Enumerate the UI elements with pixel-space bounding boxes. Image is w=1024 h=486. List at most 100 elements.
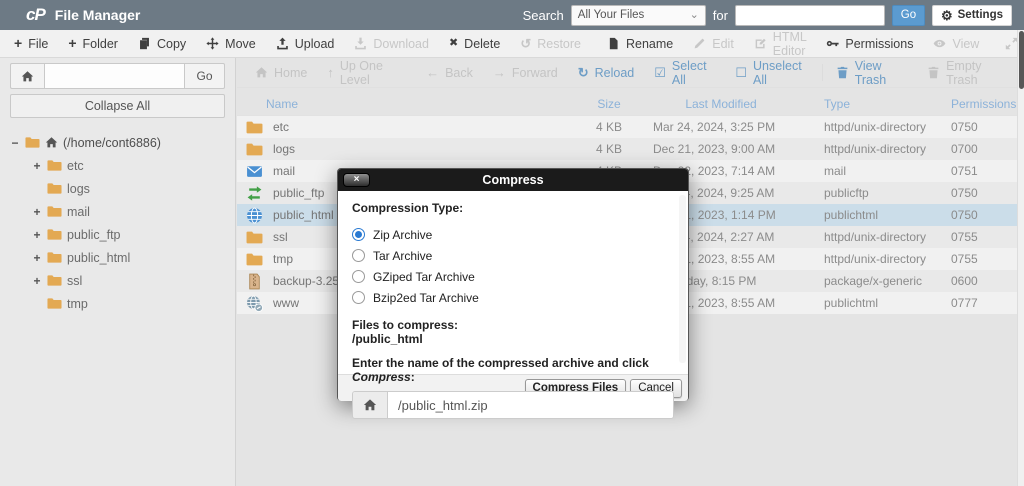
nav-item-label: Forward — [512, 66, 558, 80]
table-row-etc[interactable]: etc4 KBMar 24, 2024, 3:25 PMhttpd/unix-d… — [237, 116, 1024, 138]
tree-path-input[interactable] — [44, 63, 185, 89]
restore-icon: ↺ — [520, 37, 531, 50]
plus-icon: + — [14, 36, 22, 50]
file-type-cell: publichtml — [797, 208, 927, 222]
nav-item-select-all[interactable]: ☑Select All — [644, 59, 725, 87]
house-icon — [255, 66, 268, 79]
tree-item-etc[interactable]: +etc — [10, 154, 225, 177]
toolbar-item-label: Restore — [537, 37, 581, 51]
tree-item-public-html[interactable]: +public_html — [10, 246, 225, 269]
archive-name-group — [352, 391, 674, 419]
search-go-button[interactable]: Go — [892, 5, 925, 26]
nav-item-label: Back — [445, 66, 473, 80]
folder-icon — [25, 135, 40, 150]
tree-go-button[interactable]: Go — [185, 63, 225, 89]
nav-item-unselect-all[interactable]: ☐Unselect All — [725, 59, 818, 87]
directory-tree: −(/home/cont6886)+etclogs+mail+public_ft… — [10, 131, 225, 315]
folder-icon — [246, 119, 263, 136]
expand-toggle-icon[interactable]: + — [32, 228, 42, 242]
tree-item-label: ssl — [67, 274, 82, 288]
settings-button[interactable]: ⚙ Settings — [932, 5, 1012, 26]
table-row-logs[interactable]: logs4 KBDec 21, 2023, 9:00 AMhttpd/unix-… — [237, 138, 1024, 160]
expand-toggle-icon[interactable]: + — [32, 274, 42, 288]
right-icon: → — [493, 66, 506, 79]
radio-option-gziped-tar-archive[interactable]: GZiped Tar Archive — [352, 266, 674, 287]
radio-icon[interactable] — [352, 228, 365, 241]
toolbar-item-move[interactable]: Move — [196, 30, 266, 57]
tree-item-tmp[interactable]: tmp — [10, 292, 225, 315]
compress-dialog: × Compress Compression Type: Zip Archive… — [337, 168, 689, 401]
tree-item-logs[interactable]: logs — [10, 177, 225, 200]
radio-icon[interactable] — [352, 291, 365, 304]
toolbar-item-delete[interactable]: ✖Delete — [439, 30, 510, 57]
file-perms-cell: 0755 — [927, 230, 1024, 244]
file-name: etc — [273, 120, 289, 134]
search-scope-select[interactable]: All Your Files ⌄ — [571, 5, 706, 26]
file-perms-cell: 0600 — [927, 274, 1024, 288]
toolbar-item-upload[interactable]: Upload — [266, 30, 345, 57]
toolbar-item-label: Folder — [83, 37, 118, 51]
radio-option-tar-archive[interactable]: Tar Archive — [352, 245, 674, 266]
transfer-icon — [246, 185, 263, 202]
house-icon — [363, 398, 377, 412]
nav-item-divider — [822, 64, 823, 81]
tree-item-ssl[interactable]: + ssl — [10, 269, 225, 292]
plus-icon: + — [68, 36, 76, 50]
column-header-name[interactable]: Name — [237, 97, 573, 111]
nav-item-label: View Trash — [855, 59, 907, 87]
house-icon — [21, 70, 34, 83]
file-type-cell: mail — [797, 164, 927, 178]
radio-option-zip-archive[interactable]: Zip Archive — [352, 224, 674, 245]
app-header: cP File Manager Search All Your Files ⌄ … — [0, 0, 1024, 30]
toolbar-item-label: Permissions — [845, 37, 913, 51]
file-type-cell: publicftp — [797, 186, 927, 200]
expand-toggle-icon[interactable]: + — [32, 159, 42, 173]
radio-option-label: Tar Archive — [373, 249, 432, 263]
folder-icon — [47, 158, 62, 173]
radio-option-bzip2ed-tar-archive[interactable]: Bzip2ed Tar Archive — [352, 287, 674, 308]
up-icon: ↑ — [327, 66, 334, 79]
house-icon — [45, 136, 58, 149]
tree-item-label: tmp — [67, 297, 88, 311]
nav-item-reload[interactable]: ↻Reload — [568, 66, 645, 80]
scrollbar-thumb[interactable] — [1019, 31, 1024, 89]
column-header-permissions[interactable]: Permissions — [927, 97, 1024, 111]
expand-toggle-icon[interactable]: + — [32, 205, 42, 219]
column-header-size[interactable]: Size — [573, 97, 645, 111]
column-header-type[interactable]: Type — [797, 97, 927, 111]
dialog-scrollbar[interactable] — [679, 195, 686, 363]
dialog-header: × Compress — [338, 169, 688, 191]
archive-icon — [246, 273, 263, 290]
pencil-icon — [693, 37, 706, 50]
tree-home-button[interactable] — [10, 63, 44, 89]
toolbar-item-file[interactable]: +File — [4, 30, 58, 57]
expand-toggle-icon[interactable]: + — [32, 251, 42, 265]
close-icon[interactable]: × — [343, 173, 370, 187]
tree-root[interactable]: −(/home/cont6886) — [10, 131, 225, 154]
page-icon — [607, 37, 620, 50]
nav-item-view-trash[interactable]: View Trash — [826, 59, 917, 87]
trash-icon — [836, 66, 849, 79]
tree-item-mail[interactable]: +mail — [10, 200, 225, 223]
radio-icon[interactable] — [352, 270, 365, 283]
nav-item-forward: → Forward — [483, 66, 568, 80]
toolbar-item-label: Move — [225, 37, 256, 51]
file-name-cell: etc — [237, 119, 573, 136]
radio-icon[interactable] — [352, 249, 365, 262]
settings-label: Settings — [958, 9, 1003, 21]
column-header-last-modified[interactable]: Last Modified — [645, 97, 797, 111]
dialog-title: Compress — [482, 173, 543, 187]
toolbar-item-permissions[interactable]: Permissions — [816, 30, 923, 57]
archive-name-input[interactable] — [388, 392, 673, 418]
search-input[interactable] — [735, 5, 885, 26]
collapse-all-button[interactable]: Collapse All — [10, 94, 225, 118]
toolbar-item-rename[interactable]: Rename — [597, 30, 683, 57]
folder-icon — [246, 251, 263, 268]
search-scope-value: All Your Files — [578, 9, 644, 21]
collapse-toggle-icon[interactable]: − — [10, 136, 20, 150]
toolbar-item-folder[interactable]: + Folder — [58, 30, 128, 57]
tree-item-public-ftp[interactable]: +public_ftp — [10, 223, 225, 246]
file-name: tmp — [273, 252, 293, 266]
toolbar-item-copy[interactable]: Copy — [128, 30, 196, 57]
toolbar-item-view: View — [923, 30, 989, 57]
